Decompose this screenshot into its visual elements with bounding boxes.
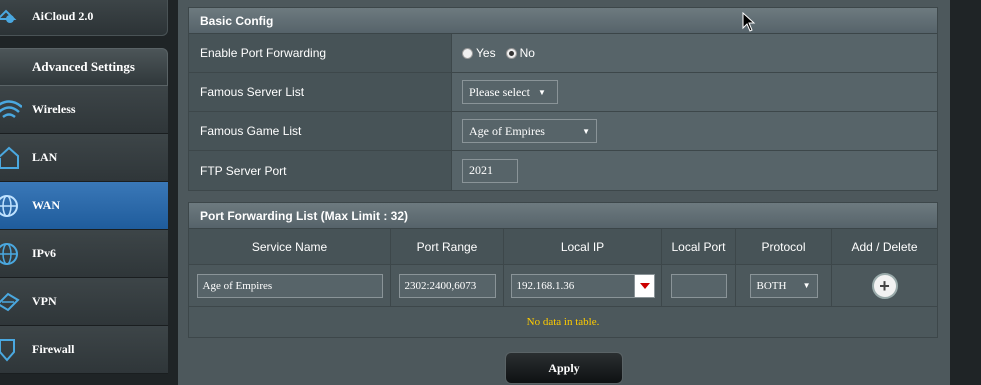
column-header: Port Range xyxy=(391,229,504,264)
main-panel: Basic Config Enable Port Forwarding Yes … xyxy=(178,0,950,385)
table-input-row: Age of Empires 2302:2400,6073 192.168.1.… xyxy=(189,265,937,307)
cloud-icon xyxy=(0,9,17,23)
ftp-port-input[interactable]: 2021 xyxy=(462,158,518,183)
table-header: Service Name Port Range Local IP Local P… xyxy=(189,229,937,265)
basic-config-section: Basic Config Enable Port Forwarding Yes … xyxy=(188,7,938,191)
radio-button-icon xyxy=(505,47,517,59)
globe-icon xyxy=(0,195,18,217)
sidebar-item-label: WAN xyxy=(32,198,61,212)
sidebar-item-label: Wireless xyxy=(32,102,76,116)
yes-radio[interactable]: Yes xyxy=(462,46,496,60)
field-label: Enable Port Forwarding xyxy=(189,34,452,72)
radio-label: Yes xyxy=(476,46,496,60)
column-header: Add / Delete xyxy=(832,229,937,264)
sidebar-item-firewall[interactable]: Firewall xyxy=(0,326,168,374)
column-header: Local Port xyxy=(662,229,736,264)
sidebar: AiCloud 2.0 Advanced Settings Wireless L… xyxy=(0,0,168,385)
local-ip-input[interactable]: 192.168.1.36 xyxy=(510,273,655,298)
ipv6-globe-icon xyxy=(0,243,18,265)
field-label: Famous Server List xyxy=(189,73,452,111)
sidebar-item-wireless[interactable]: Wireless xyxy=(0,86,168,134)
dropdown-arrow-icon[interactable] xyxy=(633,274,654,297)
section-title: Basic Config xyxy=(189,8,937,34)
column-header: Protocol xyxy=(736,229,832,264)
plus-icon: + xyxy=(879,275,890,296)
sidebar-item-vpn[interactable]: VPN xyxy=(0,278,168,326)
select-value: Please select xyxy=(469,84,530,99)
port-forwarding-list-section: Port Forwarding List (Max Limit : 32) Se… xyxy=(188,202,938,338)
advanced-settings-header: Advanced Settings xyxy=(0,48,168,86)
protocol-select[interactable]: BOTH ▼ xyxy=(749,273,818,298)
home-icon xyxy=(0,146,19,169)
apply-button[interactable]: Apply xyxy=(505,352,623,384)
sidebar-item-label: Firewall xyxy=(32,342,75,356)
field-label: Famous Game List xyxy=(189,112,452,150)
empty-table-message: No data in table. xyxy=(189,307,937,337)
service-name-input[interactable]: Age of Empires xyxy=(196,273,383,298)
add-rule-button[interactable]: + xyxy=(871,272,898,299)
sidebar-item-label: LAN xyxy=(32,150,58,164)
famous-server-select[interactable]: Please select ▼ xyxy=(462,80,558,104)
sidebar-item-wan[interactable]: WAN xyxy=(0,182,168,230)
sidebar-menu: Wireless LAN WAN IPv6 VPN Firewall xyxy=(0,86,168,374)
famous-game-select[interactable]: Age of Empires ▼ xyxy=(462,119,597,143)
column-header: Service Name xyxy=(189,229,391,264)
port-range-input[interactable]: 2302:2400,6073 xyxy=(398,273,496,298)
sidebar-item-label: IPv6 xyxy=(32,246,56,260)
famous-game-list-row: Famous Game List Age of Empires ▼ xyxy=(189,112,937,151)
select-value: BOTH xyxy=(756,279,787,292)
shield-icon xyxy=(0,339,15,362)
wifi-icon xyxy=(0,100,22,119)
no-radio[interactable]: No xyxy=(505,46,535,60)
dropdown-arrow-icon: ▼ xyxy=(537,87,546,97)
sidebar-item-label: AiCloud 2.0 xyxy=(32,8,94,23)
radio-button-icon xyxy=(462,47,473,59)
radio-label: No xyxy=(519,46,535,60)
vpn-icon xyxy=(0,292,20,312)
sidebar-item-label: VPN xyxy=(32,294,57,308)
local-port-input[interactable] xyxy=(670,273,727,298)
dropdown-arrow-icon: ▼ xyxy=(802,281,811,290)
select-value: Age of Empires xyxy=(469,123,545,138)
page-scrollbar[interactable] xyxy=(950,0,981,385)
local-ip-value: 192.168.1.36 xyxy=(516,279,575,292)
dropdown-arrow-icon: ▼ xyxy=(582,126,590,136)
sidebar-item-aicloud[interactable]: AiCloud 2.0 xyxy=(0,0,168,36)
sidebar-item-lan[interactable]: LAN xyxy=(0,134,168,182)
column-header: Local IP xyxy=(504,229,662,264)
enable-port-forwarding-row: Enable Port Forwarding Yes No xyxy=(189,34,937,73)
section-title: Port Forwarding List (Max Limit : 32) xyxy=(189,203,937,229)
ftp-server-port-row: FTP Server Port 2021 xyxy=(189,151,937,190)
field-label: FTP Server Port xyxy=(189,151,452,190)
famous-server-list-row: Famous Server List Please select ▼ xyxy=(189,73,937,112)
mouse-cursor-icon xyxy=(742,12,756,32)
sidebar-item-ipv6[interactable]: IPv6 xyxy=(0,230,168,278)
